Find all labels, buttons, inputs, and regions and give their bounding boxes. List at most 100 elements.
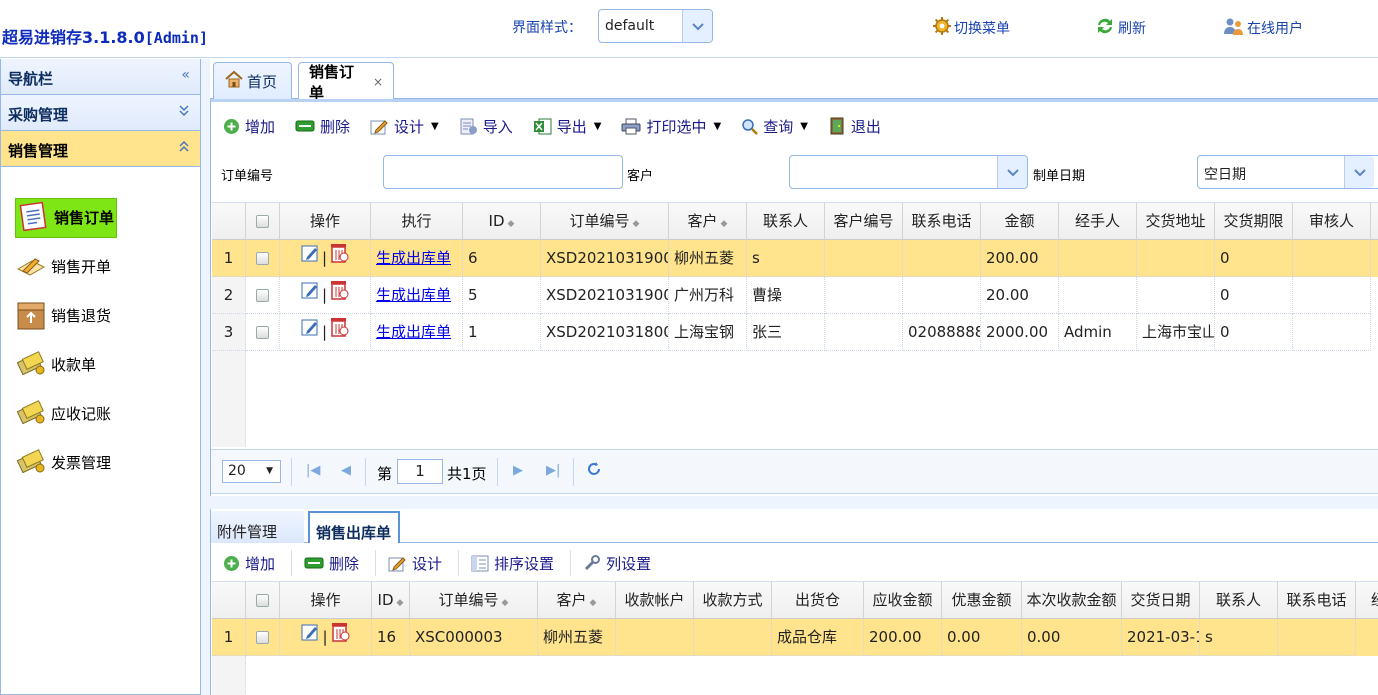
collapse-left-icon[interactable]: « [181, 67, 190, 83]
cell-order-no: XSC000003 [410, 619, 538, 656]
col-header-sortable[interactable]: ID ◆ [463, 203, 541, 240]
add-button[interactable]: 增加 [223, 116, 275, 137]
chevron-down-icon[interactable] [997, 156, 1027, 188]
sidebar-item-sales-return[interactable]: 销售退货 [1, 291, 200, 340]
col-header-label: 订单编号 [569, 212, 630, 230]
tab-home[interactable]: 首页 [213, 62, 292, 99]
checkbox[interactable] [256, 631, 269, 644]
select-all-checkbox[interactable] [246, 203, 280, 240]
refresh-link[interactable]: 刷新 [1094, 16, 1146, 40]
cell-auditor [1293, 314, 1371, 351]
sidebar-item-sales-bill[interactable]: 销售开单 [1, 242, 200, 291]
switch-menu-link[interactable]: 切换菜单 [932, 16, 1010, 40]
col-header-sortable[interactable]: 订单编号 ◆ [410, 582, 538, 619]
checkbox[interactable] [256, 289, 269, 302]
col-header-sortable[interactable]: 客户 ◆ [538, 582, 616, 619]
order-no-input[interactable] [383, 155, 623, 189]
style-select[interactable]: default [598, 9, 713, 43]
last-page-icon[interactable]: ▶| [546, 463, 560, 478]
grid-header: 操作 执行 ID ◆ 订单编号 ◆ 客户 ◆ 联系人 客户编号 联系电话 金额 经手人… [212, 203, 1378, 240]
table-row[interactable]: 2 | 生成出库单 5 XSD20210319001 广州万科 曹操 20.00… [212, 277, 1378, 314]
delete-button[interactable]: 删除 [295, 116, 350, 137]
row-checkbox[interactable] [246, 240, 280, 277]
page-size-select[interactable]: 20 ▼ [222, 460, 281, 483]
row-checkbox[interactable] [246, 277, 280, 314]
row-checkbox[interactable] [246, 619, 280, 656]
checkbox[interactable] [256, 252, 269, 265]
edit-icon[interactable] [301, 277, 320, 313]
col-header-sortable[interactable]: ID ◆ [372, 582, 410, 619]
col-header-sortable[interactable]: 订单编号 ◆ [541, 203, 669, 240]
users-icon [1223, 16, 1245, 40]
cell-contact: s [1200, 619, 1278, 656]
reload-icon[interactable] [586, 461, 602, 481]
sidebar-item-sales-order[interactable]: 销售订单 [1, 193, 200, 242]
col-header-label: ID [377, 591, 394, 609]
table-row[interactable]: 1 | 16 XSC000003 柳州五菱 成品仓库 200.00 0.00 0… [212, 619, 1378, 656]
sidebar-item-receipt[interactable]: 收款单 [1, 340, 200, 389]
sidebar-item-invoice[interactable]: 发票管理 [1, 438, 200, 487]
cell-address: 上海市宝山区 [1137, 314, 1215, 351]
edit-icon[interactable] [301, 314, 320, 350]
vertical-splitter[interactable] [201, 59, 210, 695]
sidebar-section-purchase[interactable]: 采购管理 [1, 95, 200, 131]
customer-select[interactable] [789, 155, 1028, 189]
close-icon[interactable]: × [373, 75, 383, 89]
edit-icon[interactable] [301, 240, 320, 276]
date-select[interactable]: 空日期 [1197, 155, 1378, 189]
sort-icon: ◆ [632, 219, 640, 229]
detail-add-button[interactable]: 增加 [223, 553, 275, 574]
export-button[interactable]: 导出 ▼ [533, 116, 601, 137]
design-label: 设计 [412, 554, 443, 573]
trash-icon[interactable] [329, 314, 349, 350]
column-settings-button[interactable]: 列设置 [583, 553, 651, 574]
generate-outbound-link[interactable]: 生成出库单 [371, 240, 463, 277]
table-row[interactable]: 3 | 生成出库单 1 XSD20210318001 上海宝钢 张三 02088… [212, 314, 1378, 351]
sort-settings-button[interactable]: 排序设置 [471, 553, 554, 574]
row-checkbox[interactable] [246, 314, 280, 351]
trash-icon[interactable] [330, 619, 350, 655]
style-select-value: default [605, 18, 655, 34]
print-button[interactable]: 打印选中 ▼ [621, 116, 721, 137]
checkbox[interactable] [256, 326, 269, 339]
cell-order-no: XSD20210319001 [541, 240, 669, 277]
chevron-down-icon[interactable] [1344, 156, 1374, 188]
design-button[interactable]: 设计 ▼ [370, 116, 439, 137]
next-page-icon[interactable]: ▶ [513, 463, 523, 478]
trash-icon[interactable] [329, 277, 349, 313]
cell-customer: 柳州五菱 [538, 619, 616, 656]
detail-delete-button[interactable]: 删除 [304, 553, 359, 574]
tab-sales-order[interactable]: 销售订单 × [298, 62, 394, 102]
tab-sales-outbound[interactable]: 销售出库单 [308, 511, 400, 543]
sidebar-section-sales[interactable]: 销售管理 [1, 131, 200, 167]
detail-design-button[interactable]: 设计 [388, 553, 442, 574]
sidebar-item-receivable[interactable]: 应收记账 [1, 389, 200, 438]
import-button[interactable]: 导入 [459, 116, 513, 137]
cell-customer: 柳州五菱 [669, 240, 747, 277]
online-users-link[interactable]: 在线用户 [1223, 16, 1303, 40]
exit-button[interactable]: 退出 [828, 116, 881, 137]
table-row[interactable]: 1 | 生成出库单 6 XSD20210319001 柳州五菱 s 200.00… [212, 240, 1378, 277]
nav-panel-header[interactable]: 导航栏 « [1, 59, 200, 95]
horizontal-splitter[interactable] [210, 496, 1378, 509]
checkbox[interactable] [256, 215, 269, 228]
generate-outbound-link[interactable]: 生成出库单 [371, 314, 463, 351]
chevron-down-icon[interactable] [682, 10, 712, 42]
prev-page-icon[interactable]: ◀ [341, 463, 351, 478]
wrench-icon [583, 554, 601, 572]
row-number: 1 [212, 619, 246, 656]
expand-down-icon[interactable] [178, 103, 190, 121]
select-all-checkbox[interactable] [246, 582, 280, 619]
cell-order-no: XSD20210318001 [541, 314, 669, 351]
edit-icon[interactable] [301, 619, 320, 655]
tab-attachments[interactable]: 附件管理 [211, 511, 304, 543]
query-button[interactable]: 查询 ▼ [741, 116, 808, 137]
page-number-input[interactable]: 1 [397, 459, 443, 484]
collapse-up-icon[interactable] [178, 139, 190, 157]
page-number-value: 1 [415, 462, 425, 480]
generate-outbound-link[interactable]: 生成出库单 [371, 277, 463, 314]
col-header-sortable[interactable]: 客户 ◆ [669, 203, 747, 240]
trash-icon[interactable] [329, 240, 349, 276]
checkbox[interactable] [256, 594, 269, 607]
first-page-icon[interactable]: |◀ [306, 463, 320, 478]
